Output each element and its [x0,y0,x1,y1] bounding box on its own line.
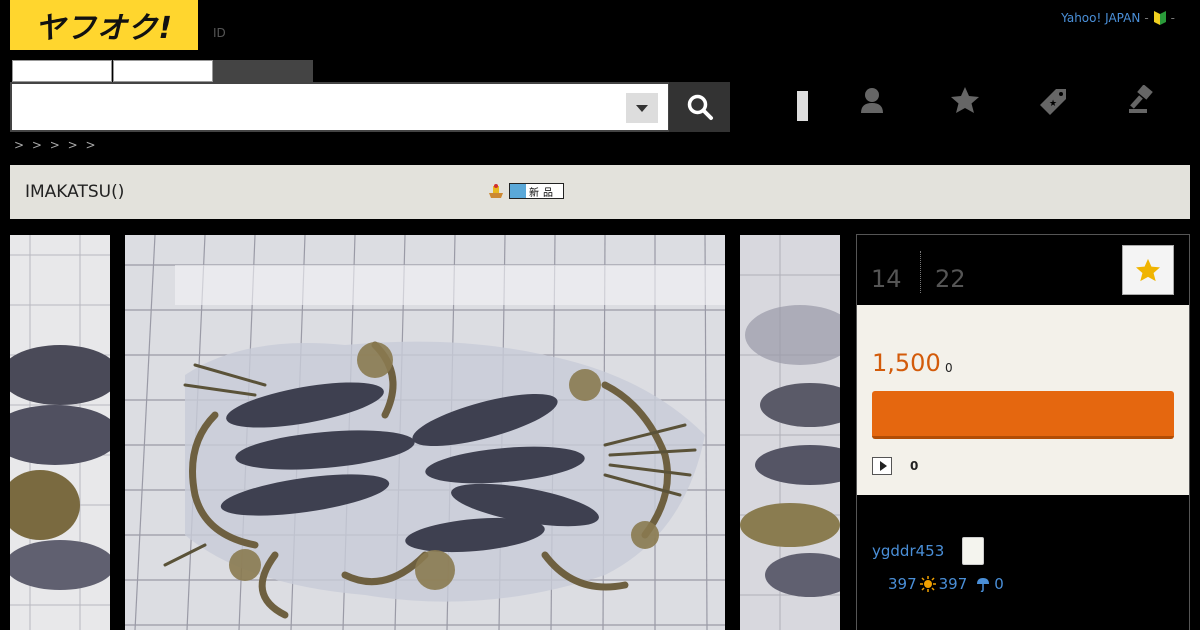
new-badge-text: 新品 [529,187,557,199]
search-icon [687,94,713,120]
item-title-bar: IMAKATSU() 新品 [10,165,1190,219]
yahoo-japan-link[interactable]: Yahoo! JAPAN [1061,11,1140,25]
play-icon[interactable] [872,457,892,475]
search-category-dropdown[interactable] [626,93,658,123]
new-item-badge: 新品 [509,183,564,199]
auction-panel: 14 22 1,500 0 0 ygddr453 397 397 0 [856,234,1190,630]
remaining-hours: 22 [935,265,966,293]
watch-button[interactable] [1122,245,1174,295]
yahuoku-logo[interactable]: ヤフオク! [10,0,198,50]
free-shipping-icon [489,184,503,198]
star-icon [1136,258,1160,282]
current-price: 1,500 [872,349,941,377]
nav-watchlist[interactable] [945,80,985,120]
remaining-time: 14 22 [857,235,1189,305]
time-divider [920,251,921,293]
search-tab-2[interactable] [113,60,213,82]
item-badges: 新品 [487,183,564,199]
search-button[interactable] [669,82,730,132]
breadcrumb[interactable]: > > > > > [14,138,98,152]
top-links: Yahoo! JAPAN - - [1061,10,1175,26]
photo-next[interactable] [740,235,840,630]
coupon-tag-icon: ★ [1040,89,1066,115]
bid-count: 0 [910,459,919,473]
photo-prev[interactable] [10,235,110,630]
search-input[interactable] [18,92,618,122]
user-icon [861,88,883,113]
seller-name-link[interactable]: ygddr453 [872,542,944,560]
beginner-mark-icon[interactable] [1153,10,1167,26]
nav-sell[interactable] [1122,80,1162,120]
good-rating-link[interactable]: 397 [939,575,968,593]
search-box [10,82,670,132]
total-rating-link[interactable]: 397 [888,575,917,593]
nav-coupon[interactable]: ★ [1033,80,1073,120]
search-tab-1[interactable] [12,60,112,82]
bid-button[interactable] [872,391,1174,439]
item-title: IMAKATSU() [25,182,125,202]
star-icon [951,87,979,113]
seller-profile-button[interactable] [962,537,984,565]
seller-info: ygddr453 397 397 0 [857,495,1189,630]
nav-my-auction[interactable] [852,80,892,120]
new-badge-icon [510,184,526,198]
price-tax: 0 [945,361,953,375]
id-label[interactable]: ID [213,26,226,40]
seller-ratings: 397 397 0 [888,575,1004,593]
rain-icon [977,578,990,592]
auction-hammer-icon [1129,85,1153,113]
price-area: 1,500 0 0 [857,305,1189,495]
remaining-days: 14 [871,265,902,293]
bad-rating-link[interactable]: 0 [994,575,1004,593]
logo-text: ヤフオク! [34,11,174,46]
top-link-separator: - [1144,11,1149,25]
top-link-separator-2: - [1170,11,1175,25]
sun-icon [919,576,936,592]
search-tab-3[interactable] [213,60,313,82]
photo-main[interactable] [125,235,725,630]
svg-text:★: ★ [1049,99,1057,109]
nav-notification-bar[interactable] [797,91,808,121]
